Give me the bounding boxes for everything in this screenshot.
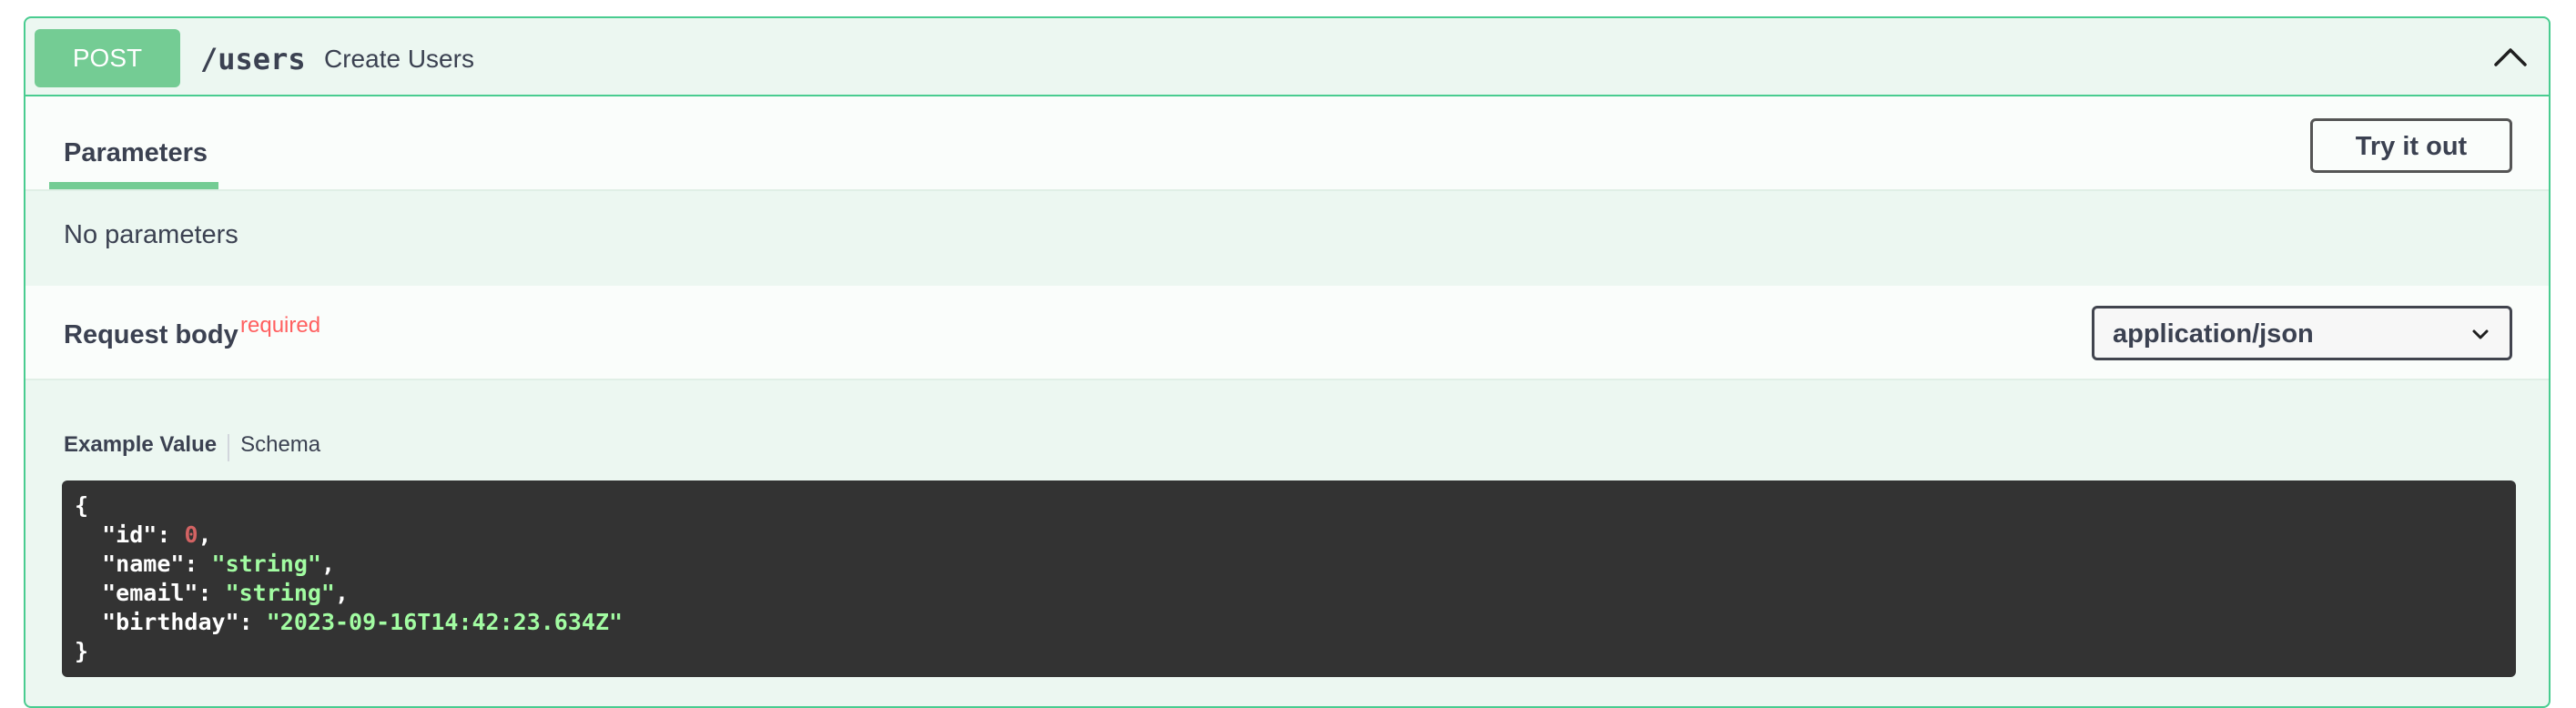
tab-example-value[interactable]: Example Value (64, 430, 217, 460)
code-value: 0 (184, 521, 198, 548)
operation-path: /users (200, 42, 306, 76)
no-parameters-text: No parameters (64, 220, 238, 249)
code-key: "birthday" (102, 609, 239, 635)
code-sep: : (198, 580, 226, 606)
chevron-down-icon (2472, 329, 2489, 339)
chevron-up-icon (2494, 48, 2527, 66)
method-badge: POST (35, 29, 180, 87)
tab-parameters[interactable]: Parameters (64, 138, 208, 168)
model-tab-divider (228, 433, 230, 461)
code-line-birthday: "birthday": "2023-09-16T14:42:23.634Z" (75, 608, 2503, 637)
operation-block-post-users: POST /users Create Users Parameters Try … (24, 16, 2551, 708)
request-body-title: Request body (64, 320, 238, 349)
model-tabs: Example Value Schema (64, 430, 320, 461)
code-sep: : (157, 521, 185, 548)
operation-summary[interactable]: POST /users Create Users (25, 18, 2549, 96)
example-value-code[interactable]: { "id": 0, "name": "string", "email": "s… (62, 480, 2516, 677)
code-sep: : (184, 551, 212, 577)
code-sep: : (238, 609, 267, 635)
tab-active-indicator (49, 182, 218, 189)
required-badge: required (240, 313, 321, 338)
code-value: "2023-09-16T14:42:23.634Z" (266, 609, 624, 635)
code-line-id: "id": 0, (75, 521, 2503, 550)
code-comma: , (198, 521, 212, 548)
code-value: "string" (211, 551, 321, 577)
code-value: "string" (225, 580, 335, 606)
try-it-out-button[interactable]: Try it out (2310, 118, 2512, 173)
parameters-tab-bar: Parameters Try it out (25, 96, 2549, 191)
operation-summary-text: Create Users (324, 45, 474, 73)
code-open-brace: { (75, 492, 89, 519)
tab-schema[interactable]: Schema (240, 430, 320, 460)
code-line-name: "name": "string", (75, 550, 2503, 579)
code-close-brace: } (75, 638, 89, 664)
request-body-header: Request body required application/json (25, 286, 2549, 380)
code-key: "email" (102, 580, 198, 606)
code-comma: , (320, 551, 336, 577)
code-key: "name" (102, 551, 185, 577)
code-key: "id" (102, 521, 157, 548)
collapse-button[interactable] (2489, 38, 2532, 75)
code-comma: , (335, 580, 350, 606)
content-type-value: application/json (2113, 319, 2314, 349)
content-type-select[interactable]: application/json (2092, 306, 2512, 360)
code-line-email: "email": "string", (75, 579, 2503, 608)
